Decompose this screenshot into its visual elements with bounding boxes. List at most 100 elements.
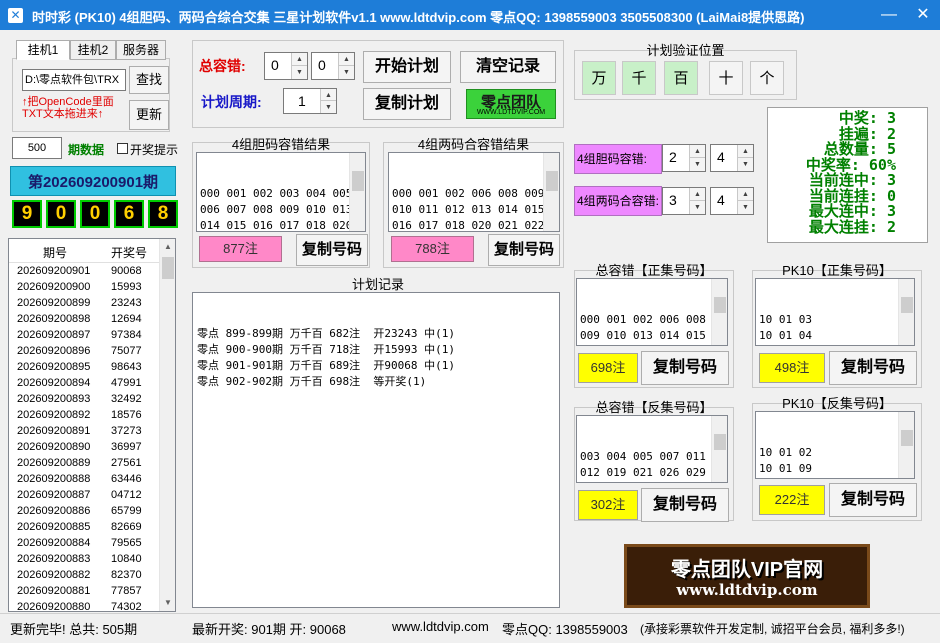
dan-copy-button[interactable]: 复制号码 [296, 234, 368, 266]
history-list[interactable]: 期号 开奖号 202609200901 90068 202609200900 1599… [8, 238, 176, 612]
history-row[interactable]: 202609200886 65799 [9, 503, 161, 519]
verify-pos-wan[interactable]: 万 [582, 61, 616, 95]
liang-copy-button[interactable]: 复制号码 [488, 234, 560, 266]
spin-down-icon[interactable]: ▼ [737, 158, 753, 171]
verify-pos-shi[interactable]: 十 [709, 61, 743, 95]
draw-digit-2: 0 [46, 200, 76, 228]
verify-pos-qian[interactable]: 千 [622, 61, 656, 95]
spin-up-icon[interactable]: ▲ [291, 53, 307, 66]
tab-hook1[interactable]: 挂机1 [16, 40, 70, 60]
scroll-thumb[interactable] [546, 171, 558, 191]
vip-banner[interactable]: 零点团队VIP官网 www.ldtdvip.com [624, 544, 870, 608]
history-row[interactable]: 202609200884 79565 [9, 535, 161, 551]
spin-up-icon[interactable]: ▲ [689, 188, 705, 201]
history-row[interactable]: 202609200895 98643 [9, 359, 161, 375]
liang-tol-spinner-1[interactable]: 3 ▲ ▼ [662, 187, 706, 215]
pk-fan-list[interactable]: 10 01 0210 01 0910 02 0110 02 06 [755, 411, 915, 479]
zheng-scrollbar[interactable] [711, 279, 727, 345]
liang-tolerance-label: 4组两码合容错: [574, 186, 662, 216]
history-row[interactable]: 202609200881 77857 [9, 583, 161, 599]
pk-fan-copy-button[interactable]: 复制号码 [829, 483, 917, 517]
pk-zheng-scrollbar[interactable] [898, 279, 914, 345]
scroll-thumb[interactable] [162, 257, 174, 279]
fan-list[interactable]: 003 004 005 007 011 012 019 021 026 029 03… [576, 415, 728, 483]
scroll-thumb[interactable] [714, 297, 726, 313]
history-row[interactable]: 202609200885 82669 [9, 519, 161, 535]
period-count-input[interactable]: 500 [12, 137, 62, 159]
tolerance-spinner-2[interactable]: 0 ▲ ▼ [311, 52, 355, 80]
number-line: 030 037 040 045 046 [580, 481, 724, 482]
history-scrollbar[interactable]: ▲ ▼ [159, 239, 175, 611]
update-button[interactable]: 更新 [129, 100, 169, 130]
history-row[interactable]: 202609200888 63446 [9, 471, 161, 487]
history-row[interactable]: 202609200898 12694 [9, 311, 161, 327]
spin-up-icon[interactable]: ▲ [320, 89, 336, 101]
scroll-down-icon[interactable]: ▼ [160, 595, 175, 611]
liang-list[interactable]: 000 001 002 006 008 009 010 011 012 013 0… [388, 152, 560, 232]
history-row[interactable]: 202609200892 18576 [9, 407, 161, 423]
history-row[interactable]: 202609200900 15993 [9, 279, 161, 295]
history-row[interactable]: 202609200887 04712 [9, 487, 161, 503]
history-row[interactable]: 202609200897 97384 [9, 327, 161, 343]
clear-records-button[interactable]: 清空记录 [460, 51, 556, 83]
spin-up-icon[interactable]: ▲ [338, 53, 354, 66]
history-row[interactable]: 202609200882 82370 [9, 567, 161, 583]
spin-down-icon[interactable]: ▼ [291, 66, 307, 79]
dan-tol-spinner-2[interactable]: 4 ▲ ▼ [710, 144, 754, 172]
history-row[interactable]: 202609200896 75077 [9, 343, 161, 359]
scroll-thumb[interactable] [714, 434, 726, 450]
spin-down-icon[interactable]: ▼ [737, 201, 753, 214]
pk-zheng-list[interactable]: 10 01 0310 01 0410 01 0510 01 06 [755, 278, 915, 346]
dan-scrollbar[interactable] [349, 153, 365, 231]
spin-down-icon[interactable]: ▼ [338, 66, 354, 79]
minimize-button[interactable]: — [872, 0, 906, 30]
history-row[interactable]: 202609200883 10840 [9, 551, 161, 567]
find-button[interactable]: 查找 [129, 66, 169, 94]
spin-down-icon[interactable]: ▼ [320, 101, 336, 113]
open-hint-label: 开奖提示 [130, 143, 179, 157]
history-row[interactable]: 202609200901 90068 [9, 263, 161, 279]
dan-list[interactable]: 000 001 002 003 004 005 006 007 008 009 0… [196, 152, 366, 232]
dan-tolerance-label: 4组胆码容错: [574, 144, 662, 174]
history-row[interactable]: 202609200891 37273 [9, 423, 161, 439]
spin-up-icon[interactable]: ▲ [737, 188, 753, 201]
copy-plan-button[interactable]: 复制计划 [363, 88, 451, 120]
open-hint-checkbox[interactable] [117, 143, 128, 154]
spin-up-icon[interactable]: ▲ [689, 145, 705, 158]
close-button[interactable]: ✕ [906, 0, 940, 30]
history-row[interactable]: 202609200880 74302 [9, 599, 161, 611]
cycle-spinner[interactable]: 1 ▲ ▼ [283, 88, 337, 114]
verify-pos-ge[interactable]: 个 [750, 61, 784, 95]
history-row[interactable]: 202609200899 23243 [9, 295, 161, 311]
spin-up-icon[interactable]: ▲ [737, 145, 753, 158]
tab-hook2[interactable]: 挂机2 [70, 40, 116, 60]
pk-zheng-copy-button[interactable]: 复制号码 [829, 351, 917, 385]
tolerance-spinner-1[interactable]: 0 ▲ ▼ [264, 52, 308, 80]
spin-down-icon[interactable]: ▼ [689, 201, 705, 214]
liang-tol-spinner-2[interactable]: 4 ▲ ▼ [710, 187, 754, 215]
history-row[interactable]: 202609200890 36997 [9, 439, 161, 455]
plan-log[interactable]: 零点 899-899期 万千百 682注 开23243 中(1) 零点 900-9… [192, 292, 560, 608]
pk-fan-scrollbar[interactable] [898, 412, 914, 478]
zheng-list[interactable]: 000 001 002 006 008 009 010 013 014 015 01… [576, 278, 728, 346]
history-row[interactable]: 202609200894 47991 [9, 375, 161, 391]
verify-pos-bai[interactable]: 百 [664, 61, 698, 95]
dan-tol-spinner-1[interactable]: 2 ▲ ▼ [662, 144, 706, 172]
fan-copy-button[interactable]: 复制号码 [641, 488, 729, 522]
history-row[interactable]: 202609200893 32492 [9, 391, 161, 407]
history-issue: 202609200882 [17, 569, 91, 581]
scroll-up-icon[interactable]: ▲ [160, 239, 175, 255]
scroll-thumb[interactable] [901, 430, 913, 446]
number-line: 10 02 01 [759, 477, 911, 478]
liang-scrollbar[interactable] [543, 153, 559, 231]
history-row[interactable]: 202609200889 27561 [9, 455, 161, 471]
fan-scrollbar[interactable] [711, 416, 727, 482]
start-plan-button[interactable]: 开始计划 [363, 51, 451, 83]
tab-server[interactable]: 服务器 [116, 40, 166, 60]
history-issue: 202609200892 [17, 409, 91, 421]
scroll-thumb[interactable] [901, 297, 913, 313]
path-input[interactable]: D:\零点软件包\TRX [22, 69, 126, 91]
spin-down-icon[interactable]: ▼ [689, 158, 705, 171]
scroll-thumb[interactable] [352, 171, 364, 191]
zheng-copy-button[interactable]: 复制号码 [641, 351, 729, 385]
